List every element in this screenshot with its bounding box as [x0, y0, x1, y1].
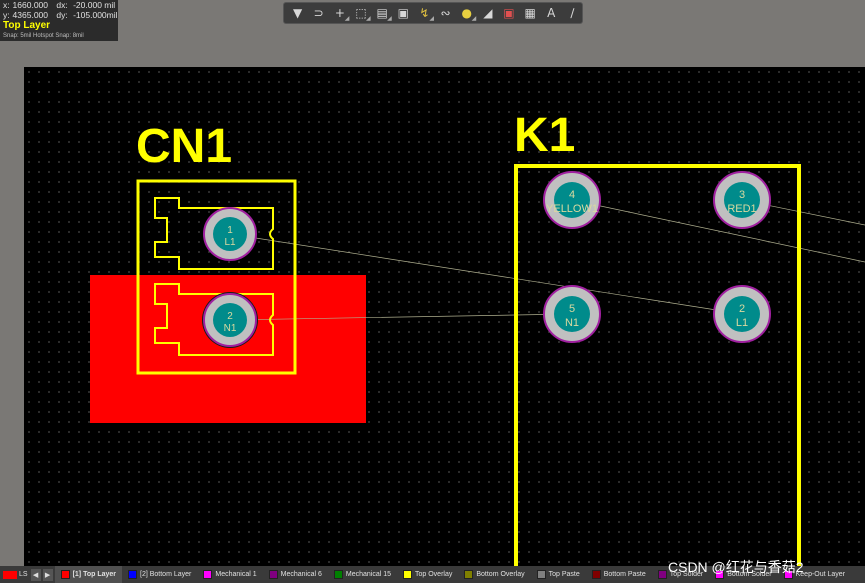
layer-tab-label: Mechanical 1	[215, 571, 257, 578]
layer-color-swatch	[403, 570, 412, 579]
cn1-pad-1[interactable]: 1 L1	[203, 207, 257, 261]
y-label: y:	[3, 10, 10, 20]
align-chart-icon[interactable]: ▤ ◢	[373, 4, 391, 22]
text-icon[interactable]: A	[542, 4, 561, 22]
pad-number: 4	[569, 189, 575, 201]
dx-value: -20.000 mil	[73, 0, 116, 10]
active-bar-toolbar: ▼ ⊃ + ◢ ⬚ ◢ ▤ ◢ ▣ ↯ ◢ ∾ ● ◢ ◢ ▣ ▦ A ∕	[283, 2, 583, 24]
layer-tab-label: [1] Top Layer	[72, 571, 116, 578]
layer-color-swatch	[464, 570, 474, 579]
polygon-icon[interactable]: ◢	[478, 4, 497, 22]
pad-net: L1	[736, 317, 748, 329]
layer-color-swatch	[60, 570, 70, 579]
cn1-pad-2[interactable]: 2 N1	[202, 292, 258, 348]
k1-outline[interactable]	[514, 164, 801, 567]
layer-color-swatch	[591, 570, 601, 579]
line-icon[interactable]: ∕	[563, 4, 582, 22]
layer-tab-label: Mechanical 15	[345, 571, 391, 578]
layer-color-swatch	[657, 570, 667, 579]
layer-tab[interactable]: Bottom Overlay	[458, 566, 530, 583]
watermark: CSDN @红花与香菇2	[668, 559, 804, 575]
crosshair-add-icon[interactable]: + ◢	[330, 4, 350, 22]
k1-pad-5[interactable]: 5 N1	[543, 285, 601, 343]
x-label: x:	[3, 0, 10, 10]
current-layer: Top Layer	[3, 20, 51, 31]
x-value: 1660.000	[12, 0, 48, 10]
pad-net: N1	[224, 323, 237, 334]
scroll-right-icon[interactable]: ▶	[42, 568, 53, 581]
layer-tab[interactable]: [1] Top Layer	[54, 566, 122, 583]
layer-color-swatch	[128, 570, 137, 579]
pad-number: 1	[227, 225, 233, 236]
pad-net: RED1	[727, 203, 756, 215]
pad-number: 2	[227, 311, 233, 322]
layer-tab-label: Mechanical 6	[280, 571, 322, 578]
pad-net: YELLOW1	[546, 203, 598, 215]
layer-tab-label: Bottom Overlay	[476, 571, 525, 578]
layer-color-swatch	[268, 570, 278, 579]
pad-net: N1	[565, 317, 579, 329]
layer-tab[interactable]: Mechanical 6	[263, 566, 328, 583]
coords-row-y: y: 4365.000 dy: -105.000mil	[0, 10, 118, 20]
snap-info: Snap: 5mil Hotspot Snap: 8mil	[3, 33, 84, 39]
component-icon[interactable]: ▣	[394, 4, 413, 22]
layer-tab-label: Top Paste	[548, 571, 580, 578]
dy-value: -105.000mil	[73, 10, 118, 20]
y-value: 4365.000	[12, 10, 48, 20]
layer-tab-label: Bottom Paste	[603, 571, 646, 578]
route-magnet-icon[interactable]: ⊃	[309, 4, 328, 22]
region-icon[interactable]: ▣	[499, 4, 518, 22]
place-pad-icon[interactable]: ● ◢	[457, 4, 476, 22]
current-layer-swatch	[3, 570, 17, 579]
pcb-canvas[interactable]: CN1 K1 1 L1 2 N1 4 YELLOW1 3 RED1 5 N1 2…	[24, 67, 865, 567]
layer-tab[interactable]: Bottom Paste	[586, 566, 652, 583]
pad-number: 2	[739, 303, 745, 315]
layer-tab[interactable]: Top Overlay	[397, 566, 458, 583]
dx-label: dx:	[56, 0, 68, 10]
k1-designator[interactable]: K1	[514, 109, 575, 162]
layer-color-swatch	[333, 570, 343, 579]
layer-tab[interactable]: Mechanical 15	[328, 566, 397, 583]
layer-color-swatch	[536, 570, 546, 579]
k1-pad-2[interactable]: 2 L1	[713, 285, 771, 343]
layer-tab[interactable]: [2] Bottom Layer	[122, 566, 197, 583]
layer-tab[interactable]: Top Paste	[531, 566, 586, 583]
diff-pair-icon[interactable]: ∾	[436, 4, 455, 22]
dy-label: dy:	[56, 10, 68, 20]
layer-tab[interactable]: Mechanical 1	[197, 566, 262, 583]
layer-set-label: LS	[19, 571, 28, 578]
filter-icon[interactable]: ▼	[288, 4, 307, 22]
pcb-drawing[interactable]: CN1 K1 1 L1 2 N1 4 YELLOW1 3 RED1 5 N1 2…	[24, 67, 865, 567]
dimension-icon[interactable]: ▦	[521, 4, 540, 22]
layer-color-swatch	[203, 570, 213, 579]
k1-pad-4[interactable]: 4 YELLOW1	[543, 171, 601, 229]
pad-number: 3	[739, 189, 745, 201]
select-rect-icon[interactable]: ⬚ ◢	[351, 4, 370, 22]
pad-number: 5	[569, 303, 575, 315]
scroll-left-icon[interactable]: ◀	[30, 568, 41, 581]
layer-tab-label: [2] Bottom Layer	[140, 571, 192, 578]
pad-net: L1	[224, 237, 236, 248]
coordinate-readout: x: 1660.000 dx: -20.000 mil y: 4365.000 …	[0, 0, 118, 41]
route-icon[interactable]: ↯ ◢	[415, 4, 434, 22]
cn1-designator[interactable]: CN1	[136, 120, 232, 173]
coords-row-x: x: 1660.000 dx: -20.000 mil	[0, 0, 118, 10]
k1-pad-3[interactable]: 3 RED1	[713, 171, 771, 229]
layer-set-selector[interactable]: LS	[0, 570, 31, 579]
layer-tab-label: Top Overlay	[415, 571, 453, 578]
